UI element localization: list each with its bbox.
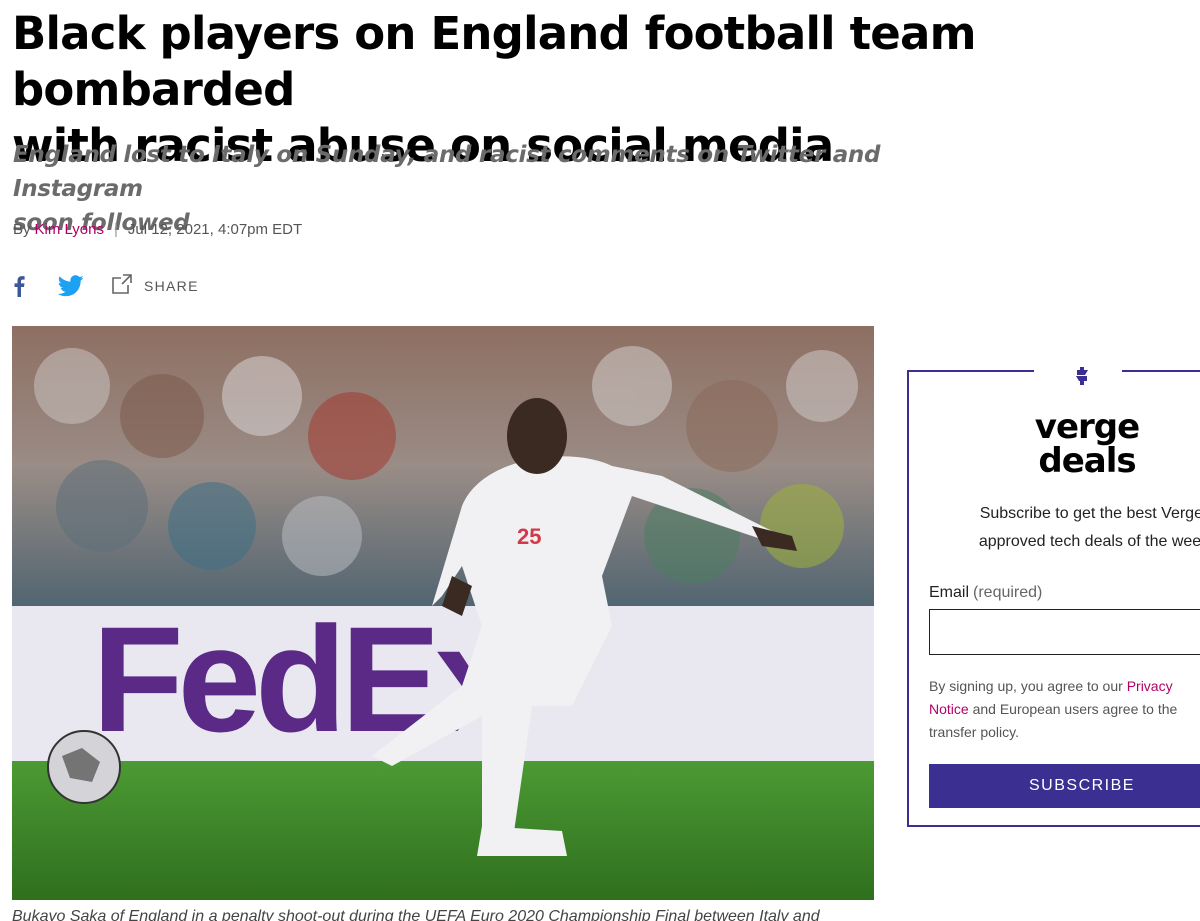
hero-image: FedEx 25 [12, 326, 874, 900]
facebook-icon[interactable] [13, 274, 27, 298]
promo-description: Subscribe to get the best Verge- approve… [929, 500, 1200, 556]
privacy-notice-link-part1[interactable]: Privacy [1127, 678, 1173, 694]
byline-separator: | [114, 221, 118, 238]
fedex-board-text: FedEx [92, 595, 518, 763]
shirt-number: 25 [517, 524, 541, 549]
image-caption: Bukayo Saka of England in a penalty shoo… [12, 908, 820, 921]
social-share-bar: SHARE [13, 272, 199, 300]
verge-deals-promo: verge deals Subscribe to get the best Ve… [907, 366, 1200, 827]
logo-line-2: deals [1038, 441, 1135, 476]
headline-line-1: Black players on England football team b… [12, 7, 976, 116]
legal-mid: and European users agree to the [968, 701, 1178, 717]
email-label: Email (required) [929, 584, 1042, 602]
privacy-notice-link-part2[interactable]: Notice [929, 701, 969, 717]
legal-suffix: transfer policy. [929, 724, 1019, 740]
byline-prefix: By [13, 221, 31, 238]
email-label-text: Email [929, 584, 970, 601]
byline: By Kim Lyons | Jul 12, 2021, 4:07pm EDT [13, 221, 302, 238]
author-link[interactable]: Kim Lyons [35, 221, 104, 238]
legal-prefix: By signing up, you agree to our [929, 678, 1127, 694]
email-field[interactable] [929, 609, 1200, 655]
legal-notice: By signing up, you agree to our Privacy … [929, 675, 1200, 744]
twitter-icon[interactable] [58, 274, 86, 298]
promo-text-line-2: approved tech deals of the week [978, 533, 1200, 550]
share-icon [110, 272, 134, 301]
subscribe-button[interactable]: SUBSCRIBE [929, 764, 1200, 808]
hero-photo-illustration: FedEx 25 [12, 326, 874, 900]
publish-date: Jul 12, 2021, 4:07pm EDT [127, 221, 303, 238]
email-required-text: (required) [973, 584, 1043, 601]
verge-deals-logo: verge deals [1035, 407, 1140, 476]
promo-text-line-1: Subscribe to get the best Verge- [979, 505, 1200, 522]
share-label: SHARE [144, 278, 199, 294]
dek-line-1: England lost to Italy on Sunday, and rac… [13, 142, 881, 202]
share-button[interactable]: SHARE [110, 272, 199, 301]
dollar-icon [1071, 366, 1093, 388]
